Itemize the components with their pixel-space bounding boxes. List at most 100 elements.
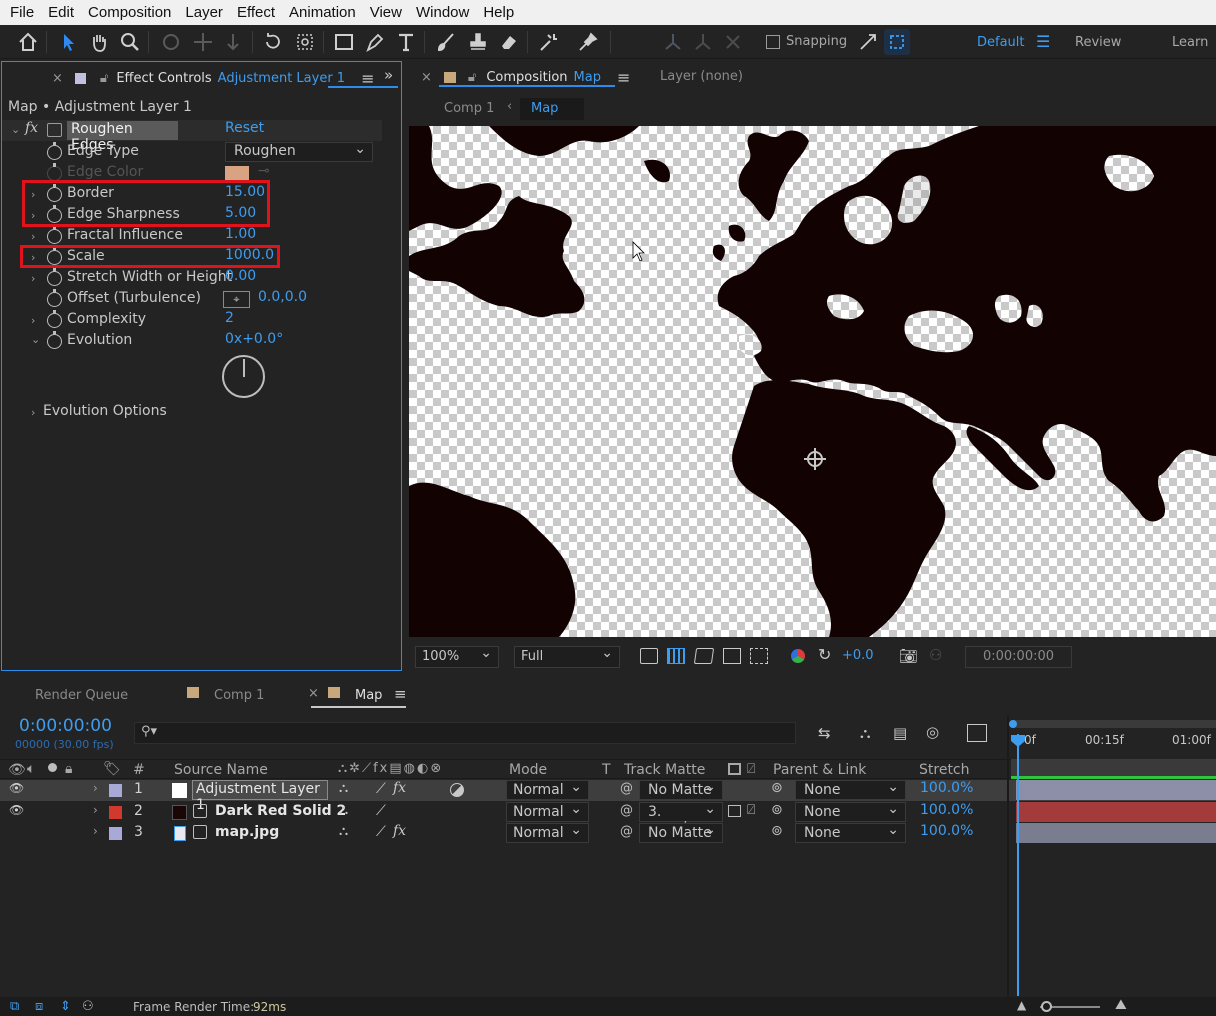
param-value[interactable]: 0.00 [225, 268, 256, 284]
param-value[interactable]: 2 [225, 310, 234, 326]
menu-view[interactable]: View [363, 4, 409, 21]
shy-layers-icon[interactable]: ⛬ [860, 724, 871, 742]
menu-file[interactable]: File [3, 4, 41, 21]
composition-mini-flowchart-icon[interactable]: ⇆ [818, 724, 831, 742]
graph-editor-icon[interactable] [967, 724, 987, 742]
close-icon[interactable]: × [52, 71, 63, 86]
pan-behind-tool-icon[interactable] [292, 29, 318, 55]
rotate-tool-icon[interactable] [260, 29, 286, 55]
pen-tool-icon[interactable] [362, 29, 388, 55]
parent-select[interactable]: None [795, 822, 906, 843]
fx-switch-icon[interactable]: fx [393, 780, 406, 796]
evolution-dial[interactable] [222, 355, 265, 398]
rectangle-tool-icon[interactable] [331, 29, 357, 55]
panel-menu-icon[interactable]: ≡ [617, 68, 630, 87]
tab-map[interactable]: Map [355, 688, 382, 703]
track-matte-select[interactable]: No Matte [639, 779, 723, 800]
param-value[interactable]: 1.00 [225, 226, 256, 242]
panel-menu-icon[interactable]: ≡ [394, 685, 407, 703]
axis-local-icon[interactable] [660, 29, 686, 55]
layer-bar-1[interactable] [1016, 780, 1216, 800]
adjustment-switch-icon[interactable] [450, 783, 464, 797]
zoom-select[interactable]: 100% [415, 645, 499, 668]
tab-render-queue[interactable]: Render Queue [35, 688, 128, 703]
menu-composition[interactable]: Composition [81, 4, 178, 21]
workspace-default[interactable]: Default [977, 35, 1025, 50]
collapse-chevron-icon[interactable]: ⌄ [31, 333, 40, 346]
menu-effect[interactable]: Effect [230, 4, 282, 21]
stretch-value[interactable]: 100.0% [920, 780, 973, 796]
fast-preview-icon[interactable] [640, 648, 658, 664]
brush-tool-icon[interactable] [433, 29, 459, 55]
mode-select[interactable]: Normal [506, 822, 589, 843]
reset-exposure-icon[interactable]: ↻ [818, 645, 831, 664]
zoom-tool-icon[interactable] [117, 29, 143, 55]
mask-visibility-icon[interactable] [693, 648, 715, 664]
expand-chevron-icon[interactable]: › [31, 272, 35, 285]
layer-name[interactable]: Dark Red Solid 2 [215, 803, 346, 819]
stopwatch-icon[interactable] [47, 331, 62, 349]
edge-type-select[interactable]: Roughen ⌄ [225, 141, 373, 162]
composition-tab[interactable]: × 🔓︎ Composition Map ≡ [421, 62, 630, 92]
quality-switch-icon[interactable]: ⟋ [376, 781, 386, 797]
zoom-out-icon[interactable]: ▲ [1017, 998, 1026, 1012]
eraser-tool-icon[interactable] [496, 29, 522, 55]
layer-panel-tab[interactable]: Layer (none) [660, 69, 743, 84]
shy-switch-icon[interactable]: ⛬ [339, 803, 348, 818]
parent-select[interactable]: None [795, 801, 906, 822]
stretch-value[interactable]: 100.0% [920, 823, 973, 839]
workspace-learn[interactable]: Learn [1172, 35, 1208, 50]
crosshair-icon[interactable]: ⌖ [223, 291, 250, 308]
eye-icon[interactable]: 👁︎ [9, 781, 24, 795]
axis-world-icon[interactable] [690, 29, 716, 55]
fx-switch-icon[interactable]: fx [393, 823, 406, 839]
selection-tool-icon[interactable] [55, 29, 81, 55]
stopwatch-icon[interactable] [47, 289, 62, 307]
crumb-comp1[interactable]: Comp 1 [444, 101, 494, 116]
layer-search-input[interactable]: ⚲▾ [134, 722, 796, 744]
show-snapshot-icon[interactable]: ⚇ [929, 646, 942, 664]
menu-edit[interactable]: Edit [41, 4, 81, 21]
parent-pickwhip-icon[interactable]: ⊚ [771, 823, 783, 839]
effect-controls-tab[interactable]: × 🔓︎ Effect Controls Adjustment Layer 1 … [52, 63, 374, 93]
snapshot-icon[interactable]: 📷︎ [899, 647, 918, 665]
puppet-pin-tool-icon[interactable] [575, 29, 601, 55]
orbit-tool-icon[interactable] [158, 29, 184, 55]
param-value[interactable]: 0.0,0.0 [258, 289, 307, 305]
hand-tool-icon[interactable] [86, 29, 112, 55]
motion-blur-icon[interactable]: ◎ [926, 723, 939, 741]
playhead-handle[interactable] [1011, 735, 1025, 747]
matte-invert-icon[interactable]: ⍁ [747, 802, 755, 818]
time-zoom-handle[interactable] [1041, 1001, 1052, 1012]
lock-icon[interactable]: 🔓︎ [100, 71, 108, 86]
layer-name-field[interactable]: Adjustment Layer 1 [192, 780, 328, 813]
home-icon[interactable] [15, 29, 41, 55]
col-source-name[interactable]: Source Name [174, 762, 268, 778]
expand-chevron-icon[interactable]: › [31, 230, 35, 243]
expand-panels-icon[interactable]: » [384, 66, 393, 84]
matte-alpha-icon[interactable] [728, 805, 741, 817]
parent-pickwhip-icon[interactable]: ⊚ [771, 780, 783, 796]
track-matte-select[interactable]: No Matte [639, 822, 723, 843]
snap-options-icon[interactable] [855, 29, 881, 55]
zoom-in-icon[interactable]: ⛰ [1115, 997, 1127, 1013]
close-icon[interactable]: × [308, 686, 319, 701]
work-area-start-handle[interactable] [1009, 720, 1017, 728]
expand-chevron-icon[interactable]: › [31, 314, 35, 327]
menu-layer[interactable]: Layer [178, 4, 230, 21]
eyedropper-icon[interactable]: ⊸ [258, 163, 270, 179]
expand-chevron-icon[interactable]: › [93, 803, 98, 817]
resolution-select[interactable]: Full [514, 645, 620, 668]
snap-target-icon[interactable] [884, 29, 910, 55]
shy-switch-icon[interactable]: ⛬ [339, 824, 348, 839]
transparency-grid-icon[interactable] [667, 648, 685, 664]
workspace-review[interactable]: Review [1075, 35, 1121, 50]
eye-icon[interactable]: 👁︎ [9, 803, 24, 817]
composition-viewer[interactable] [409, 126, 1216, 637]
menu-help[interactable]: Help [476, 4, 521, 21]
mode-select[interactable]: Normal [506, 801, 589, 822]
expand-chevron-icon[interactable]: › [93, 824, 98, 838]
menu-animation[interactable]: Animation [282, 4, 363, 21]
stopwatch-icon[interactable] [47, 226, 62, 244]
current-time-display[interactable]: 0:00:00:00 [965, 646, 1072, 668]
